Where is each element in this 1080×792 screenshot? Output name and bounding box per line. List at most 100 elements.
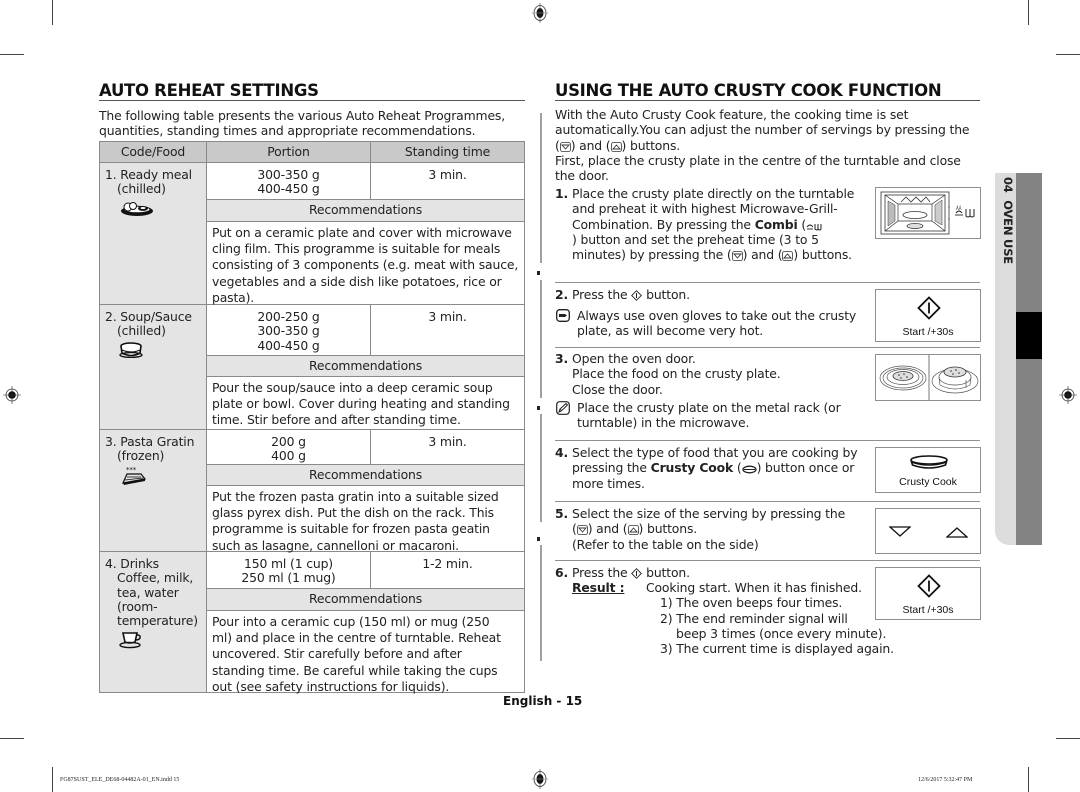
step-line: (Refer to the table on the side)	[572, 536, 759, 552]
microwave-oven-icon: ÅÅ	[880, 191, 975, 235]
crusty-cook-button-panel[interactable]: Crusty Cook	[875, 447, 981, 493]
step-separator	[555, 282, 980, 283]
step-line: ) button and set the preheat time (3 to …	[572, 231, 819, 247]
portion-value: 250 ml (1 mug)	[241, 570, 336, 586]
up-button-icon[interactable]	[946, 526, 968, 538]
text: ) buttons.	[638, 521, 698, 537]
crop-mark	[52, 0, 53, 25]
rec-line: programme is suitable for frozen pasta g…	[212, 521, 490, 537]
start-icon	[917, 296, 941, 320]
recommendation-text: Put on a ceramic plate and cover with mi…	[207, 222, 524, 305]
up-arrow-icon	[610, 141, 622, 152]
text: ) and (	[742, 247, 783, 263]
table-cell-standing-time: 1-2 min.	[371, 552, 524, 589]
column-divider	[540, 113, 542, 263]
table-cell-portion: 200-250 g 300-350 g 400-450 g	[207, 305, 371, 356]
note-line: turntable) in the microwave.	[577, 415, 750, 431]
start-button-panel[interactable]: Start /+30s	[875, 289, 981, 342]
start-icon	[917, 574, 941, 598]
down-arrow-icon	[731, 251, 743, 262]
recommendations-header: Recommendations	[207, 465, 524, 486]
step-line: Press the button.	[572, 565, 885, 580]
svg-text:***: ***	[126, 466, 137, 474]
text: ) and (	[587, 521, 628, 537]
step-3: 3. Open the oven door. Place the food on…	[555, 351, 870, 397]
intro-line: the door.	[555, 168, 609, 184]
note-line: plate, as will become very hot.	[577, 323, 764, 339]
food-name: 1. Ready meal	[105, 167, 192, 182]
step-1: 1. Place the crusty plate directly on th…	[555, 186, 870, 262]
start-icon	[631, 290, 643, 301]
chapter-tab-dark	[1016, 173, 1042, 545]
soup-bowl-icon	[119, 341, 143, 358]
table-cell-standing-time: 3 min.	[371, 430, 524, 465]
table-cell-portion: 200 g 400 g	[207, 430, 371, 465]
step-line: () and () buttons.	[572, 521, 870, 536]
step-line: Select the type of food that you are coo…	[572, 445, 858, 460]
table-row-food: 1. Ready meal (chilled)	[100, 163, 207, 305]
portion-value: 150 ml (1 cup)	[244, 556, 333, 571]
auto-reheat-table: Code/Food Portion Standing time 1. Ready…	[99, 141, 525, 694]
step-line: Select the size of the serving by pressi…	[572, 506, 846, 521]
crusty-cook-label: Crusty Cook	[650, 460, 734, 476]
table-cell-standing-time: 3 min.	[371, 305, 524, 356]
start-button-panel[interactable]: Start /+30s	[875, 567, 981, 620]
title-underline	[99, 100, 525, 101]
food-desc: (room-	[117, 598, 158, 614]
result-line: 1) The oven beeps four times.	[660, 595, 843, 611]
intro-line: automatically.You can adjust the number …	[555, 122, 970, 138]
result-line: beep 3 times (once every minute).	[676, 625, 887, 641]
step-line: Combination. By pressing the Combi (	[572, 217, 870, 232]
recommendations-header: Recommendations	[207, 589, 524, 611]
result-line: 2) The end reminder signal will	[660, 610, 848, 626]
rec-line: time. Stir before and after standing tim…	[212, 412, 461, 428]
result-line: Cooking start. When it has finished.	[646, 580, 862, 595]
caution-hand-icon	[556, 309, 570, 322]
text: ) buttons.	[621, 137, 681, 153]
recommendation-text: Pour into a ceramic cup (150 ml) or mug …	[207, 611, 524, 694]
portion-value: 300-350 g	[257, 323, 320, 339]
food-state: (chilled)	[117, 181, 166, 197]
rec-line: out (see safety instructions for liquids…	[212, 678, 450, 694]
food-state: (frozen)	[117, 448, 165, 464]
start-icon	[631, 568, 643, 579]
down-arrow-icon	[559, 141, 571, 152]
food-state: (chilled)	[117, 323, 166, 339]
crop-mark	[1028, 0, 1029, 25]
result-line: 3) The current time is displayed again.	[660, 641, 894, 657]
rec-line: ml) and place in the centre of turntable…	[212, 630, 501, 646]
rec-line: Pour the soup/sauce into a deep ceramic …	[212, 380, 493, 395]
combi-label: Combi	[754, 216, 798, 232]
text: button.	[642, 565, 690, 580]
rec-line: glass pyrex dish. Put the dish on the ra…	[212, 505, 494, 521]
crusty-plate-illustration	[875, 354, 981, 401]
crusty-plate-small-icon	[741, 465, 757, 474]
rec-line: cling film. This programme is suitable f…	[212, 241, 501, 257]
svg-text:ÅÅ: ÅÅ	[956, 206, 962, 211]
step-2: 2. Press the button.	[555, 287, 870, 302]
title-underline	[555, 100, 980, 101]
up-arrow-icon	[782, 251, 794, 262]
step-line: more times.	[572, 475, 645, 491]
divider-tick	[537, 406, 540, 410]
step-3-note: Place the crusty plate on the metal rack…	[577, 400, 841, 431]
intro-line: With the Auto Crusty Cook feature, the c…	[555, 107, 909, 122]
portion-value: 400-450 g	[257, 181, 320, 197]
rec-line: consisting of 3 components (e.g. meat wi…	[212, 257, 519, 273]
step-separator	[555, 560, 980, 561]
recommendations-header: Recommendations	[207, 200, 524, 222]
step-number: 6.	[555, 565, 569, 580]
registration-target-icon	[1059, 386, 1077, 404]
rec-line: Pour into a ceramic cup (150 ml) or mug …	[212, 614, 490, 629]
intro-line: First, place the crusty plate in the cen…	[555, 152, 961, 168]
recommendation-text: Put the frozen pasta gratin into a suita…	[207, 486, 524, 553]
page-number: English - 15	[503, 694, 583, 708]
serving-size-buttons-panel	[875, 508, 981, 554]
down-button-icon[interactable]	[889, 526, 911, 538]
portion-value: 200-250 g	[257, 309, 320, 324]
rec-line: pasta).	[212, 289, 255, 305]
table-row-food: 4. Drinks Coffee, milk, tea, water (room…	[100, 552, 207, 692]
food-desc: temperature)	[117, 613, 198, 629]
table-row-food: 3. Pasta Gratin (frozen) ***	[100, 430, 207, 552]
text: button.	[642, 287, 690, 302]
